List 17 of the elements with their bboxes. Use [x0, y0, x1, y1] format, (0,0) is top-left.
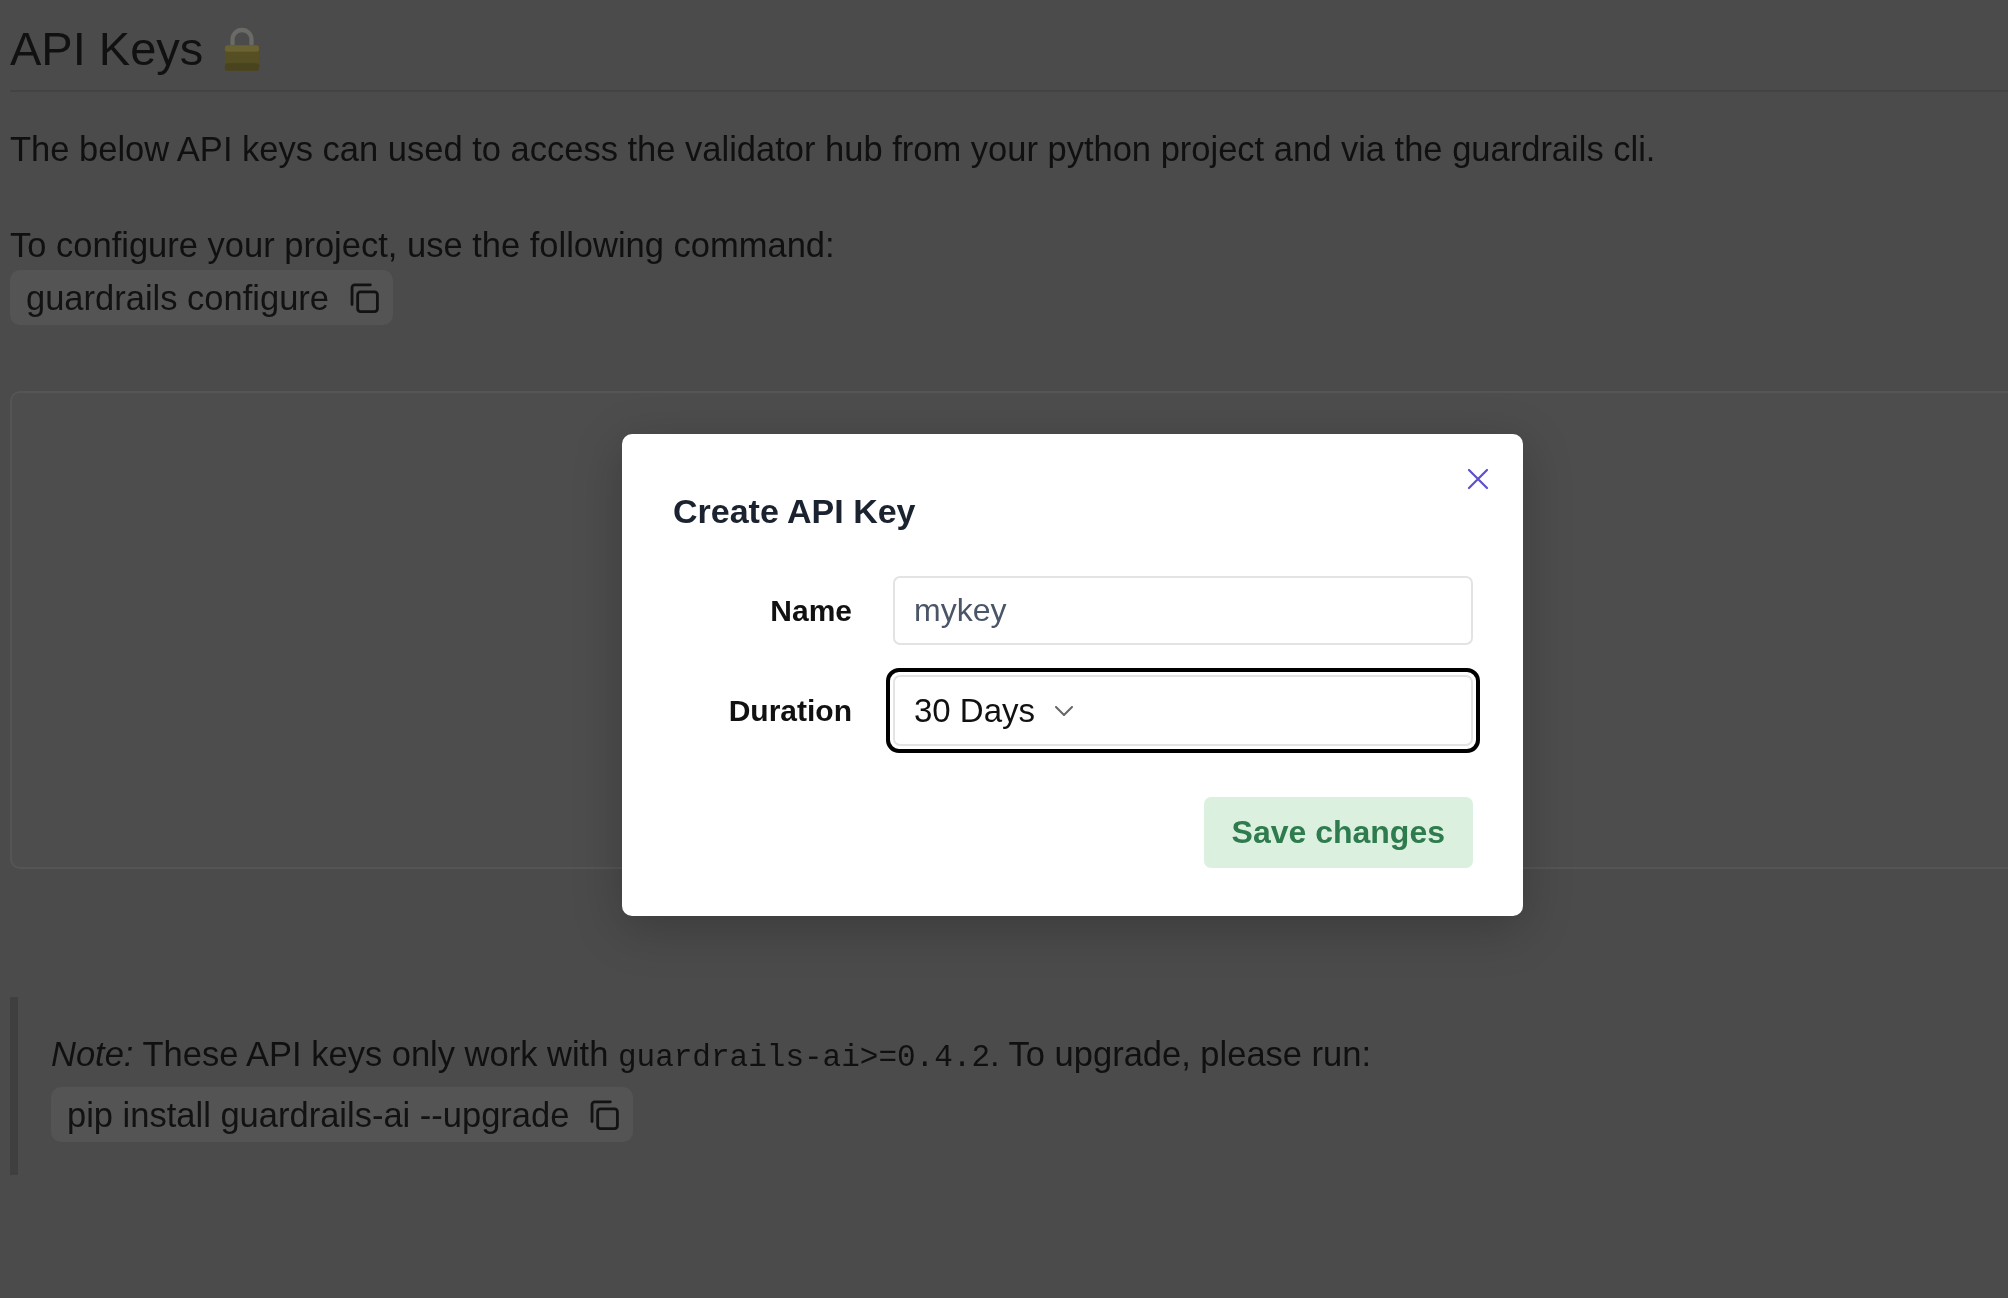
copy-icon[interactable] — [589, 1099, 620, 1130]
page-title: API Keys — [10, 21, 204, 77]
lock-icon — [223, 27, 262, 71]
copy-icon[interactable] — [349, 282, 379, 313]
description-text: The below API keys can used to access the validator hub from your python project and via the guardrails cli. — [10, 129, 1657, 169]
close-button[interactable] — [1467, 468, 1489, 490]
field-label: Name — [770, 593, 852, 628]
save-button[interactable]: Save changes — [1203, 797, 1473, 868]
command-text: pip install guardrails-ai --upgrade — [67, 1094, 570, 1135]
note-text: Note: These API keys only work with guardrails-ai>=0.4.2. To upgrade, please run: — [51, 1034, 1372, 1077]
name-input[interactable]: mykey — [893, 576, 1473, 645]
duration-select[interactable]: 30 Days — [886, 668, 1480, 753]
instruction-text: To configure your project, use the following command: — [10, 225, 836, 265]
chevron-down-icon — [1055, 705, 1074, 716]
field-label: Duration — [728, 693, 852, 728]
dialog-title: Create API Key — [673, 491, 917, 531]
command-text: guardrails configure — [26, 277, 329, 318]
